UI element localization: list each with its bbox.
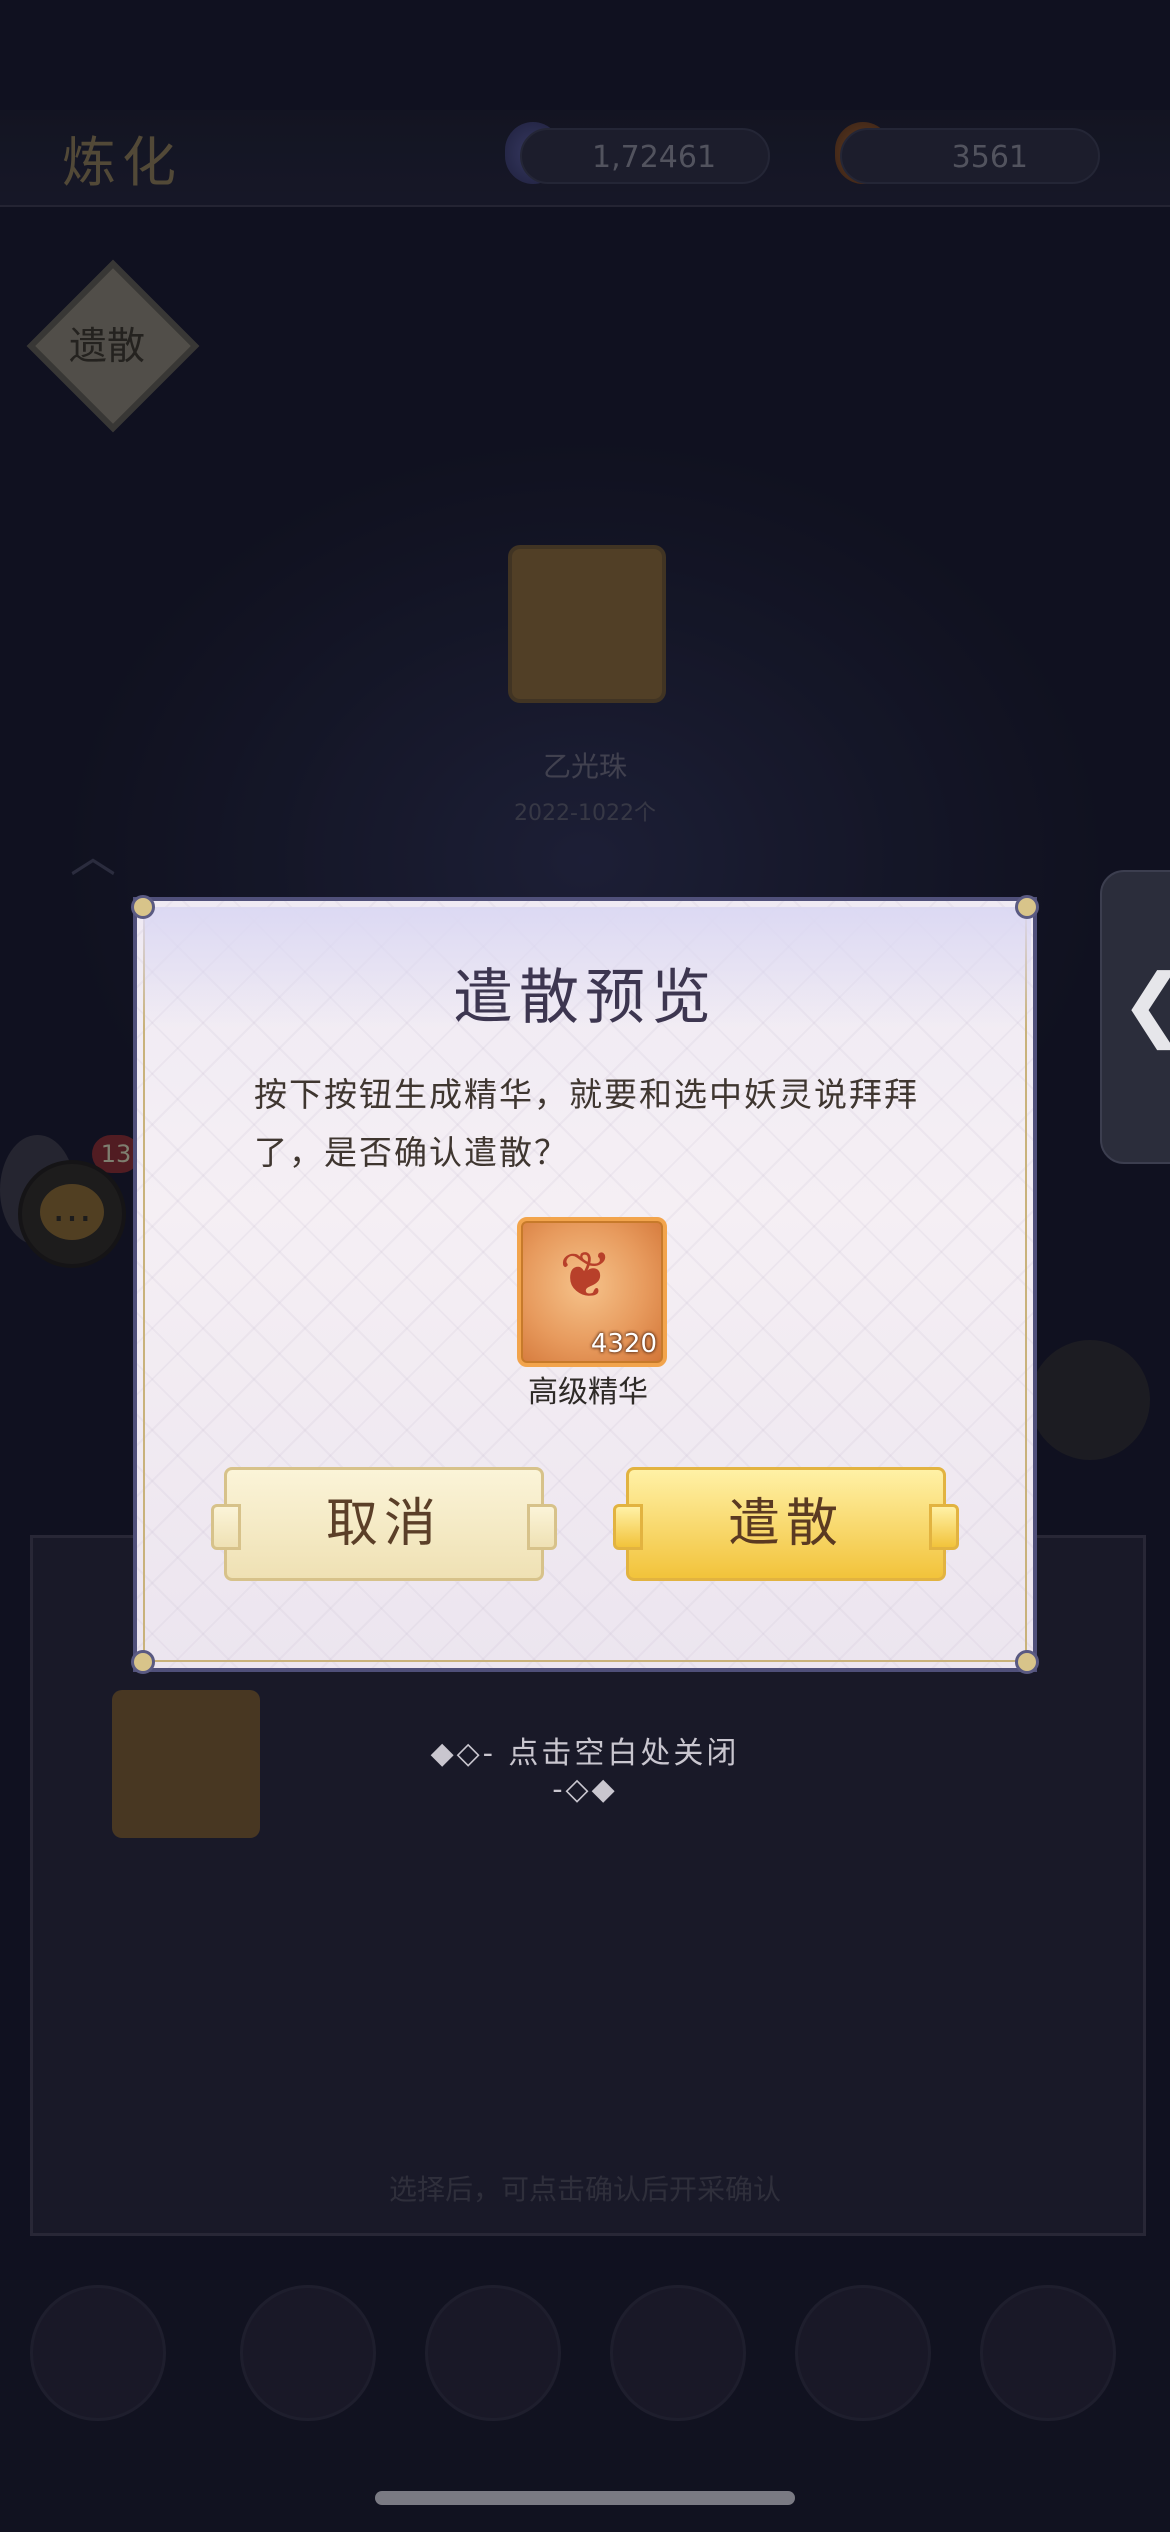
- confirm-dismiss-button[interactable]: 遣散: [613, 1467, 959, 1581]
- reward-item-count: 4320: [590, 1329, 657, 1359]
- corner-ornament: [131, 895, 155, 919]
- corner-ornament: [1015, 1650, 1039, 1674]
- reward-item-name: 高级精华: [528, 1375, 648, 1410]
- chevron-left-icon: ❮: [1120, 957, 1170, 1050]
- cancel-button[interactable]: 取消: [211, 1467, 557, 1581]
- reward-item-card[interactable]: ❦ 4320: [517, 1217, 667, 1367]
- dialog-message: 按下按钮生成精华，就要和选中妖灵说拜拜了，是否确认遣散？: [254, 1075, 919, 1172]
- corner-ornament: [1015, 895, 1039, 919]
- close-hint: ◆◇- 点击空白处关闭 -◇◆: [430, 1736, 740, 1807]
- corner-ornament: [131, 1650, 155, 1674]
- essence-icon: ❦: [559, 1239, 613, 1313]
- dismiss-preview-dialog: 遣散预览 按下按钮生成精华，就要和选中妖灵说拜拜了，是否确认遣散？ ❦ 4320…: [131, 895, 1039, 1674]
- dialog-title: 遣散预览: [453, 963, 717, 1033]
- side-drawer-tab[interactable]: ❮: [1100, 870, 1170, 1164]
